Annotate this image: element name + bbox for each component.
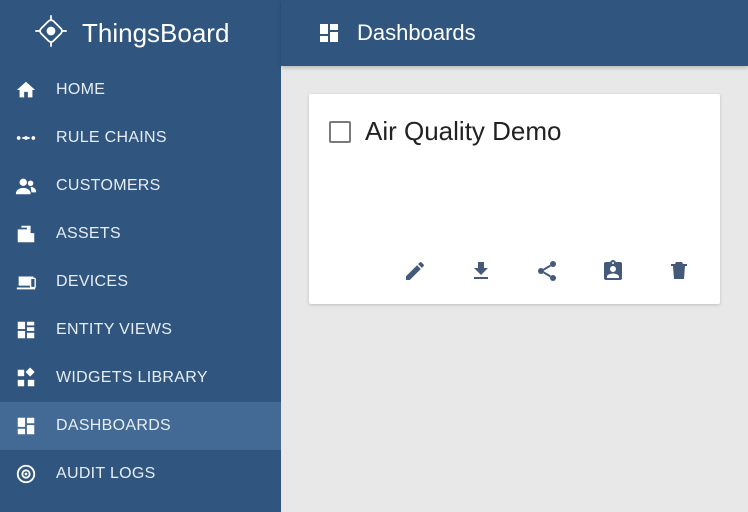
sidebar-item-dashboards[interactable]: DASHBOARDS xyxy=(0,402,281,450)
trash-icon xyxy=(667,259,691,288)
home-icon xyxy=(14,78,38,102)
brand-title: ThingsBoard xyxy=(82,18,229,49)
page-title: Dashboards xyxy=(357,20,476,46)
dashboard-card[interactable]: Air Quality Demo xyxy=(309,94,720,304)
topbar: Dashboards xyxy=(281,0,748,66)
sidebar-item-label: WIDGETS LIBRARY xyxy=(56,369,208,387)
assign-button[interactable] xyxy=(600,260,626,286)
download-icon xyxy=(469,259,493,288)
dashboards-icon xyxy=(14,414,38,438)
export-button[interactable] xyxy=(468,260,494,286)
edit-button[interactable] xyxy=(402,260,428,286)
rule-chains-icon xyxy=(14,126,38,150)
sidebar-item-label: CUSTOMERS xyxy=(56,177,161,195)
sidebar-item-home[interactable]: HOME xyxy=(0,66,281,114)
card-actions xyxy=(309,248,720,304)
widgets-library-icon xyxy=(14,366,38,390)
card-body xyxy=(309,157,720,248)
entity-views-icon xyxy=(14,318,38,342)
devices-icon xyxy=(14,270,38,294)
select-checkbox[interactable] xyxy=(329,121,351,143)
customers-icon xyxy=(14,174,38,198)
pencil-icon xyxy=(403,259,427,288)
sidebar-item-label: DEVICES xyxy=(56,273,128,291)
sidebar-item-label: ENTITY VIEWS xyxy=(56,321,172,339)
share-icon xyxy=(535,259,559,288)
delete-button[interactable] xyxy=(666,260,692,286)
dashboards-icon xyxy=(317,21,341,45)
sidebar-item-entity-views[interactable]: ENTITY VIEWS xyxy=(0,306,281,354)
assign-icon xyxy=(601,259,625,288)
sidebar-item-label: HOME xyxy=(56,81,105,99)
audit-logs-icon xyxy=(14,462,38,486)
brand[interactable]: ThingsBoard xyxy=(0,0,281,66)
sidebar-item-assets[interactable]: ASSETS xyxy=(0,210,281,258)
sidebar-item-widgets-library[interactable]: WIDGETS LIBRARY xyxy=(0,354,281,402)
card-header: Air Quality Demo xyxy=(309,94,720,157)
sidebar-item-audit-logs[interactable]: AUDIT LOGS xyxy=(0,450,281,498)
sidebar-item-rule-chains[interactable]: RULE CHAINS xyxy=(0,114,281,162)
brand-logo-icon xyxy=(30,10,72,57)
sidebar-item-label: AUDIT LOGS xyxy=(56,465,156,483)
sidebar-item-label: DASHBOARDS xyxy=(56,417,171,435)
dashboard-card-title: Air Quality Demo xyxy=(365,116,562,147)
assets-icon xyxy=(14,222,38,246)
sidebar-nav: HOME RULE CHAINS CUSTOMERS ASSETS DEVICE xyxy=(0,66,281,498)
share-button[interactable] xyxy=(534,260,560,286)
sidebar: ThingsBoard HOME RULE CHAINS CUSTOMERS xyxy=(0,0,281,512)
sidebar-item-customers[interactable]: CUSTOMERS xyxy=(0,162,281,210)
main: Dashboards Air Quality Demo xyxy=(281,0,748,512)
sidebar-item-devices[interactable]: DEVICES xyxy=(0,258,281,306)
content-area: Air Quality Demo xyxy=(281,66,748,512)
sidebar-item-label: ASSETS xyxy=(56,225,121,243)
sidebar-item-label: RULE CHAINS xyxy=(56,129,167,147)
